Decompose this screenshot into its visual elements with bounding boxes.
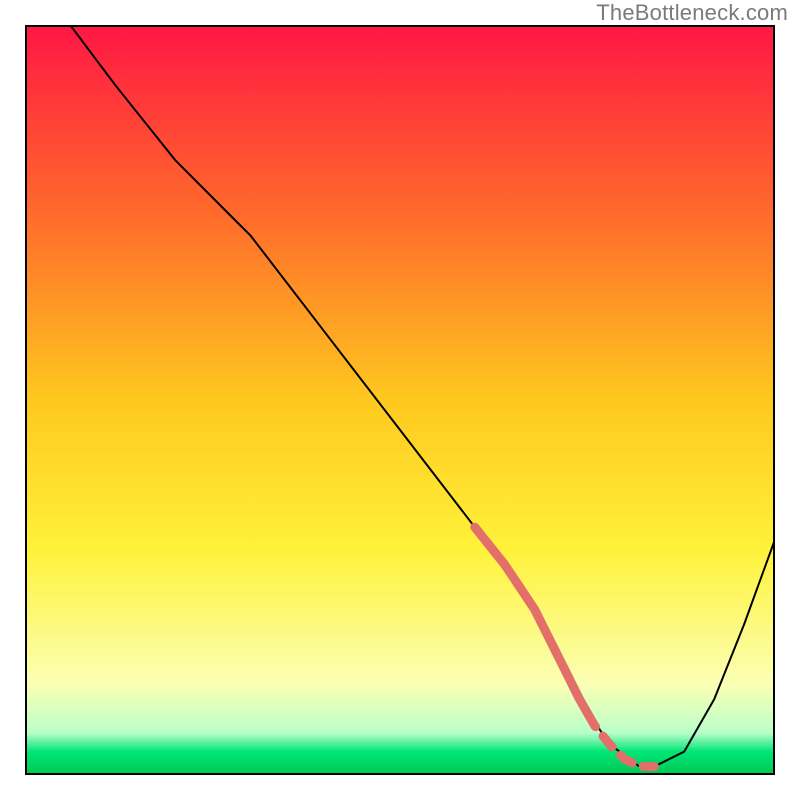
- gradient-background: [26, 26, 774, 774]
- chart-container: TheBottleneck.com: [0, 0, 800, 800]
- bottleneck-chart: [0, 0, 800, 800]
- watermark-text: TheBottleneck.com: [596, 0, 788, 26]
